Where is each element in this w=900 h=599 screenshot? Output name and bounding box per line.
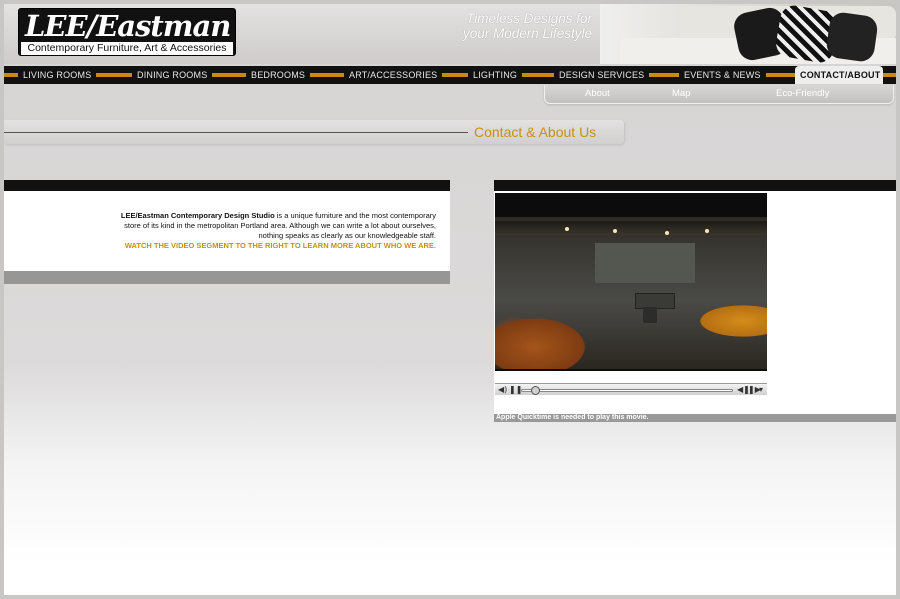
watch-video-callout: WATCH THE VIDEO SEGMENT TO THE RIGHT TO …	[124, 241, 436, 250]
page-frame: LEE/Eastman Contemporary Furniture, Art …	[4, 4, 896, 595]
logo[interactable]: LEE/Eastman Contemporary Furniture, Art …	[18, 8, 236, 56]
ceiling-beam	[495, 221, 767, 235]
nav-item-dining-rooms[interactable]: DINING ROOMS	[132, 68, 213, 82]
quicktime-note-bar: Apple Quicktime is needed to play this m…	[494, 414, 896, 422]
title-rule	[4, 132, 468, 133]
showroom-video-frame	[495, 217, 767, 369]
ceiling-light	[613, 229, 617, 233]
video-controls: ◀) ❚❚ ◀❚ ❚▶ ▾	[495, 383, 767, 395]
nav-item-art-accessories[interactable]: ART/ACCESSORIES	[344, 68, 443, 82]
intro-panel-bottom-bar	[4, 271, 450, 284]
main-nav: LIVING ROOMS DINING ROOMS BEDROOMS ART/A…	[4, 66, 896, 84]
menu-chevron-down-icon[interactable]: ▾	[759, 384, 763, 396]
intro-text: LEE/Eastman Contemporary Design Studio i…	[104, 211, 436, 241]
page-title: Contact & About Us	[474, 124, 597, 140]
tagline-line-2: your Modern Lifestyle	[462, 26, 592, 41]
subnav-item-about[interactable]: About	[585, 88, 610, 100]
sub-nav: About Map Eco-Friendly	[544, 85, 894, 104]
nav-item-lighting[interactable]: LIGHTING	[468, 68, 523, 82]
nav-item-living-rooms[interactable]: LIVING ROOMS	[18, 68, 97, 82]
video-progress-track[interactable]	[521, 389, 733, 392]
video-scrubber[interactable]	[531, 386, 540, 395]
intro-studio-name: LEE/Eastman Contemporary Design Studio	[120, 211, 275, 220]
header-sofa-image	[600, 4, 896, 64]
showroom-wall	[595, 243, 695, 283]
logo-text: LEE/Eastman	[25, 9, 231, 43]
intro-panel-top-bar	[4, 180, 450, 191]
intro-panel: LEE/Eastman Contemporary Design Studio i…	[4, 180, 450, 284]
nav-item-bedrooms[interactable]: BEDROOMS	[246, 68, 311, 82]
subnav-item-eco-friendly[interactable]: Eco-Friendly	[776, 88, 829, 100]
ceiling-light	[565, 227, 569, 231]
video-panel: ◀) ❚❚ ◀❚ ❚▶ ▾ Apple Quicktime is needed …	[494, 180, 896, 422]
black-pillow-right	[825, 10, 879, 64]
quicktime-note: Apple Quicktime is needed to play this m…	[496, 414, 649, 421]
nav-item-design-services[interactable]: DESIGN SERVICES	[554, 68, 650, 82]
showroom-chair	[643, 307, 657, 323]
nav-item-events-news[interactable]: EVENTS & NEWS	[679, 68, 766, 82]
subnav-item-map[interactable]: Map	[672, 88, 690, 100]
tagline-line-1: Timeless Designs for	[466, 11, 592, 26]
header: LEE/Eastman Contemporary Furniture, Art …	[4, 4, 896, 64]
video-panel-top-bar	[494, 180, 896, 191]
ceiling-light	[705, 229, 709, 233]
volume-icon[interactable]: ◀)	[498, 384, 507, 396]
tagline: Timeless Designs for your Modern Lifesty…	[452, 11, 592, 41]
video-player[interactable]	[495, 193, 767, 371]
ceiling-light	[665, 231, 669, 235]
nav-item-contact-about[interactable]: CONTACT/ABOUT	[795, 66, 883, 84]
logo-subtitle: Contemporary Furniture, Art & Accessorie…	[21, 42, 233, 55]
